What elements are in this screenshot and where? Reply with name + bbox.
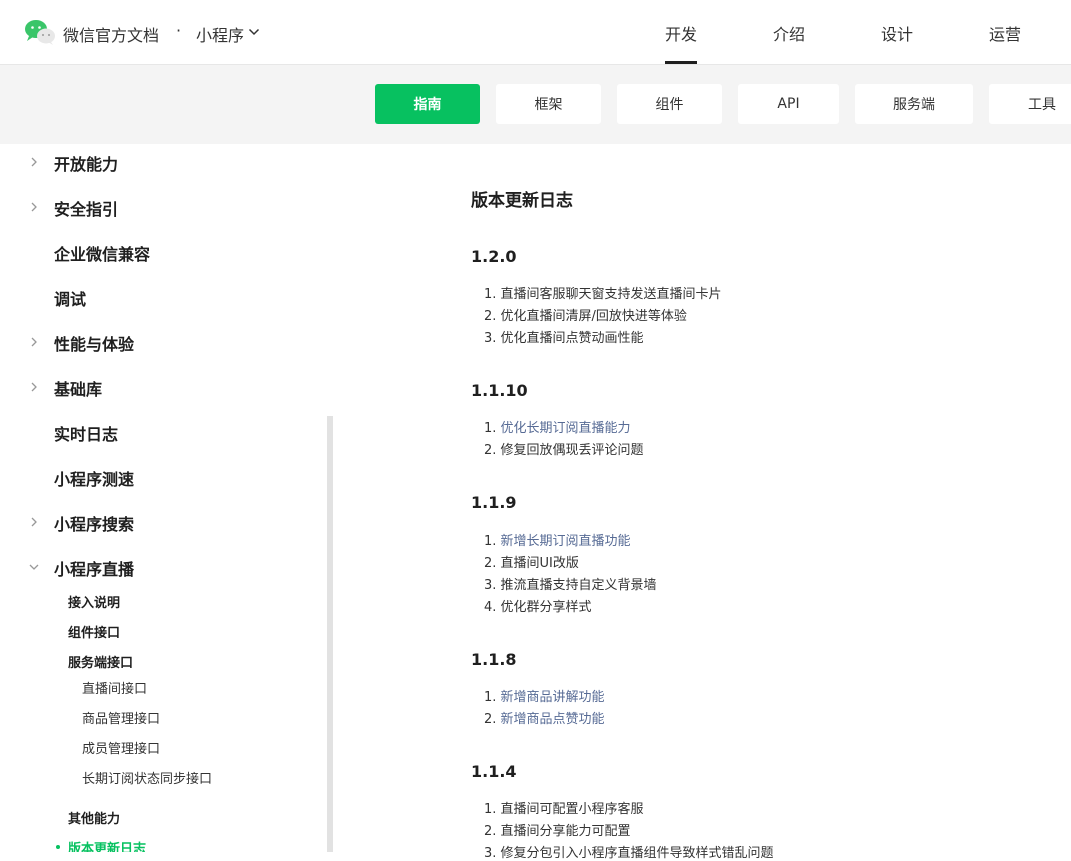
chevron-right-icon[interactable] [28,201,40,213]
chevron-right-icon[interactable] [28,381,40,393]
sub-tab-bar: 指南 框架 组件 API 服务端 工具 [0,65,1071,144]
top-header: 微信官方文档 · 小程序 开发 介绍 设计 运营 [0,0,1071,65]
brand-title[interactable]: 微信官方文档 [63,22,159,46]
nav-intro[interactable]: 介绍 [773,21,805,45]
sidebar-sub-intro[interactable]: 接入说明 [68,592,120,611]
chevron-down-icon[interactable] [247,25,261,39]
brand-separator: · [176,21,182,40]
changelog-link[interactable]: 新增商品讲解功能 [501,690,605,705]
sidebar-scrollbar[interactable] [327,416,333,852]
list-item: 2. 新增商品点赞功能 [484,712,605,727]
sidebar-sub2-room-api[interactable]: 直播间接口 [82,678,147,697]
list-item: 1. 直播间客服聊天窗支持发送直播间卡片 [484,287,722,302]
chevron-right-icon[interactable] [28,156,40,168]
sidebar-item-speed-test[interactable]: 小程序测速 [54,466,134,490]
version-heading: 1.1.10 [471,381,528,400]
sidebar: 开放能力 安全指引 企业微信兼容 调试 性能与体验 基础库 实时日志 小程序测速… [0,144,336,852]
version-heading: 1.2.0 [471,247,517,266]
tab-guide[interactable]: 指南 [375,84,480,124]
tab-framework[interactable]: 框架 [496,84,601,124]
chevron-right-icon[interactable] [28,516,40,528]
nav-develop[interactable]: 开发 [665,21,697,45]
list-item: 3. 推流直播支持自定义背景墙 [484,578,657,593]
list-item: 1. 新增长期订阅直播功能 [484,534,631,549]
changelog-link[interactable]: 新增商品点赞功能 [501,712,605,727]
tab-server[interactable]: 服务端 [855,84,973,124]
tab-tools[interactable]: 工具 [989,84,1071,124]
changelog-link[interactable]: 优化长期订阅直播能力 [501,421,631,436]
sidebar-sub2-goods-api[interactable]: 商品管理接口 [82,708,160,727]
chevron-right-icon[interactable] [28,336,40,348]
list-item: 2. 直播间分享能力可配置 [484,824,631,839]
sidebar-item-live[interactable]: 小程序直播 [54,556,134,580]
nav-operate[interactable]: 运营 [989,21,1021,45]
nav-design[interactable]: 设计 [881,21,913,45]
list-item: 3. 优化直播间点赞动画性能 [484,331,644,346]
active-dot-icon [56,845,60,849]
sidebar-sub2-member-api[interactable]: 成员管理接口 [82,738,160,757]
nav-active-indicator [665,61,697,64]
sidebar-item-security[interactable]: 安全指引 [54,196,118,220]
sidebar-item-performance[interactable]: 性能与体验 [54,331,134,355]
sidebar-sub-changelog[interactable]: 版本更新日志 [68,838,146,852]
page-title: 版本更新日志 [471,191,573,211]
sidebar-item-open-capabilities[interactable]: 开放能力 [54,151,118,175]
sidebar-sub-other[interactable]: 其他能力 [68,808,120,827]
version-heading: 1.1.9 [471,493,517,512]
changelog-link[interactable]: 新增长期订阅直播功能 [501,534,631,549]
sidebar-sub-component-api[interactable]: 组件接口 [68,622,120,641]
sidebar-sub-server-api[interactable]: 服务端接口 [68,652,133,671]
sidebar-item-search[interactable]: 小程序搜索 [54,511,134,535]
sidebar-item-realtime-log[interactable]: 实时日志 [54,421,118,445]
chevron-down-icon[interactable] [28,561,40,573]
list-item: 1. 直播间可配置小程序客服 [484,802,644,817]
tab-api[interactable]: API [738,84,839,124]
version-heading: 1.1.8 [471,650,517,669]
list-item: 2. 优化直播间清屏/回放快进等体验 [484,309,687,324]
product-switcher[interactable]: 小程序 [196,22,244,46]
list-item: 1. 优化长期订阅直播能力 [484,421,631,436]
sidebar-item-base-library[interactable]: 基础库 [54,376,102,400]
sidebar-item-wecom-compat[interactable]: 企业微信兼容 [54,241,150,265]
tab-components[interactable]: 组件 [617,84,722,124]
sidebar-item-debug[interactable]: 调试 [54,286,86,310]
list-item: 2. 修复回放偶现丢评论问题 [484,443,644,458]
version-heading: 1.1.4 [471,762,517,781]
sidebar-sub2-subscribe-sync-api[interactable]: 长期订阅状态同步接口 [82,768,212,787]
wechat-logo-icon[interactable] [24,19,56,45]
list-item: 1. 新增商品讲解功能 [484,690,605,705]
list-item: 4. 优化群分享样式 [484,600,592,615]
list-item: 2. 直播间UI改版 [484,556,579,571]
